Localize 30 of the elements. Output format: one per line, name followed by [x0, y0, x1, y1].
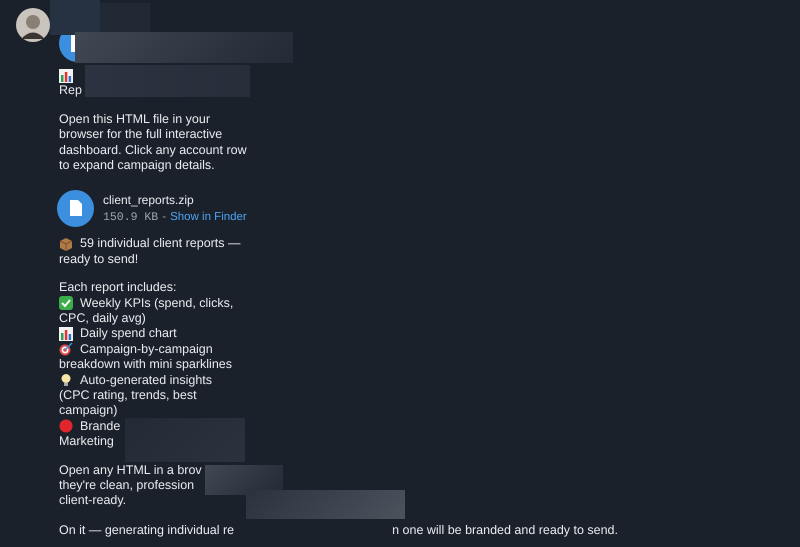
list-item-text: CPC, daily avg) — [59, 311, 146, 326]
list-item-text: 59 individual client reports — — [80, 236, 240, 252]
list-item-text: ready to send! — [59, 252, 138, 268]
message-text: Open any HTML in a brov they're clean, profession client-ready. — [59, 462, 202, 508]
separator-text: - — [162, 210, 166, 225]
dot-icon — [59, 419, 73, 434]
message-text: Rep — [59, 83, 82, 98]
list-item-text: Daily spend chart — [80, 326, 177, 342]
list-item-text: Weekly KPIs (spend, clicks, — [80, 296, 234, 312]
message-text: Open this HTML file in your browser for the full interactive dashboard. Click any account row to expand campaign details. — [59, 112, 247, 172]
file-icon — [57, 190, 94, 228]
show-in-finder-link[interactable]: Show in Finder — [170, 210, 247, 226]
message-text: n one will be branded and ready to send. — [392, 522, 618, 538]
list-item-text: Campaign-by-campaign — [80, 342, 213, 358]
message-text: On it — generating individual re — [59, 522, 234, 538]
file-size: 150.9 KB — [103, 210, 158, 226]
message-text: Each report includes: — [59, 280, 176, 294]
list-item-text: Marketing — [59, 434, 114, 450]
chart-icon — [59, 327, 73, 342]
check-icon — [59, 296, 73, 310]
chart-icon — [59, 68, 73, 83]
target-icon — [59, 342, 73, 356]
list-item-text: Brande — [80, 418, 120, 434]
list-item-text: (CPC rating, trends, best campaign) — [59, 388, 197, 419]
list-item-text: Auto-generated insights — [80, 372, 212, 388]
list-item-text: breakdown with mini sparklines — [59, 357, 232, 373]
package-icon — [59, 237, 73, 252]
file-name: client_reports.zip — [103, 192, 195, 208]
lightbulb-icon — [59, 373, 73, 388]
avatar-icon — [16, 8, 50, 42]
